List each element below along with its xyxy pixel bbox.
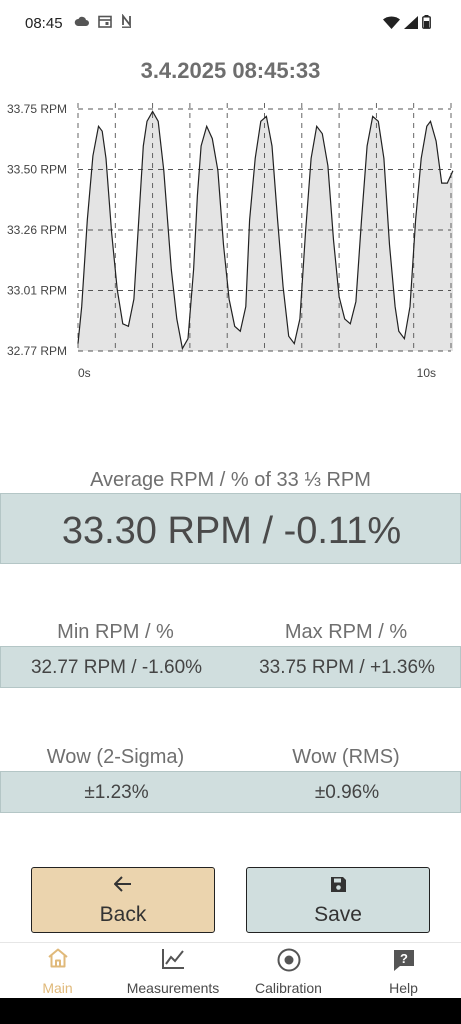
nav-item-measurements[interactable]: Measurements — [115, 943, 231, 999]
min-label: Min RPM / % — [57, 621, 174, 643]
back-button-label: Back — [99, 903, 147, 926]
save-button[interactable]: Save — [246, 867, 430, 933]
wow-sigma-label: Wow (2-Sigma) — [46, 746, 185, 768]
signal-icon — [404, 15, 418, 29]
nfc-icon — [122, 14, 131, 28]
nav-label-measurements: Measurements — [126, 980, 220, 996]
save-button-label: Save — [314, 903, 362, 926]
y-tick-label: 33.50 RPM — [7, 163, 67, 177]
max-value: 33.75 RPM / +1.36% — [259, 657, 435, 678]
nav-item-main[interactable]: Main — [0, 943, 115, 999]
y-tick-label: 33.01 RPM — [7, 284, 67, 298]
rpm-chart: 33.75 RPM 33.50 RPM 33.26 RPM 33.01 RPM 32.7… — [0, 92, 461, 392]
x-tick-label: 0s — [78, 366, 91, 380]
home-icon — [47, 948, 68, 968]
status-bar: 08:45 — [0, 0, 461, 48]
nav-item-help[interactable]: ? Help — [346, 943, 461, 999]
status-notification-icons — [74, 14, 132, 28]
max-label: Max RPM / % — [284, 621, 408, 643]
nav-label-main: Main — [42, 980, 73, 996]
y-tick-label: 33.26 RPM — [7, 223, 67, 237]
battery-icon — [422, 15, 431, 29]
rpm-chart-svg: 33.75 RPM 33.50 RPM 33.26 RPM 33.01 RPM 32.7… — [7, 102, 454, 380]
chart-icon — [162, 949, 184, 969]
nav-label-help: Help — [389, 980, 418, 996]
x-tick-label: 10s — [417, 366, 436, 380]
wow-rms-value: ±0.96% — [314, 782, 380, 803]
arrow-left-icon — [114, 876, 131, 892]
measurement-timestamp: 3.4.2025 08:45:33 — [140, 58, 321, 83]
save-icon — [330, 877, 346, 892]
status-time: 08:45 — [25, 15, 63, 32]
system-gesture-bar — [0, 998, 461, 1024]
help-icon: ? — [393, 950, 414, 971]
nav-item-calibration[interactable]: Calibration — [231, 943, 346, 999]
wow-rms-label: Wow (RMS) — [292, 746, 400, 768]
y-tick-label: 32.77 RPM — [7, 344, 67, 358]
wow-sigma-value: ±1.23% — [84, 782, 149, 803]
average-value: 33.30 RPM / -0.11% — [61, 510, 402, 552]
calendar-icon — [98, 15, 112, 28]
wow-panel: ±1.23% ±0.96% — [0, 771, 461, 813]
average-panel: 33.30 RPM / -0.11% — [0, 493, 461, 564]
svg-text:?: ? — [400, 951, 408, 966]
wifi-icon — [383, 16, 400, 29]
back-button[interactable]: Back — [31, 867, 215, 933]
status-system-icons — [383, 15, 431, 29]
y-tick-label: 33.75 RPM — [7, 102, 67, 116]
target-icon — [277, 948, 300, 972]
minmax-panel: 32.77 RPM / -1.60% 33.75 RPM / +1.36% — [0, 646, 461, 688]
cloud-icon — [74, 16, 89, 26]
min-value: 32.77 RPM / -1.60% — [30, 657, 203, 678]
average-label: Average RPM / % of 33 ⅓ RPM — [90, 469, 371, 491]
nav-label-calibration: Calibration — [255, 980, 322, 996]
bottom-nav: Main Measurements Calibration ? Help — [0, 942, 461, 998]
